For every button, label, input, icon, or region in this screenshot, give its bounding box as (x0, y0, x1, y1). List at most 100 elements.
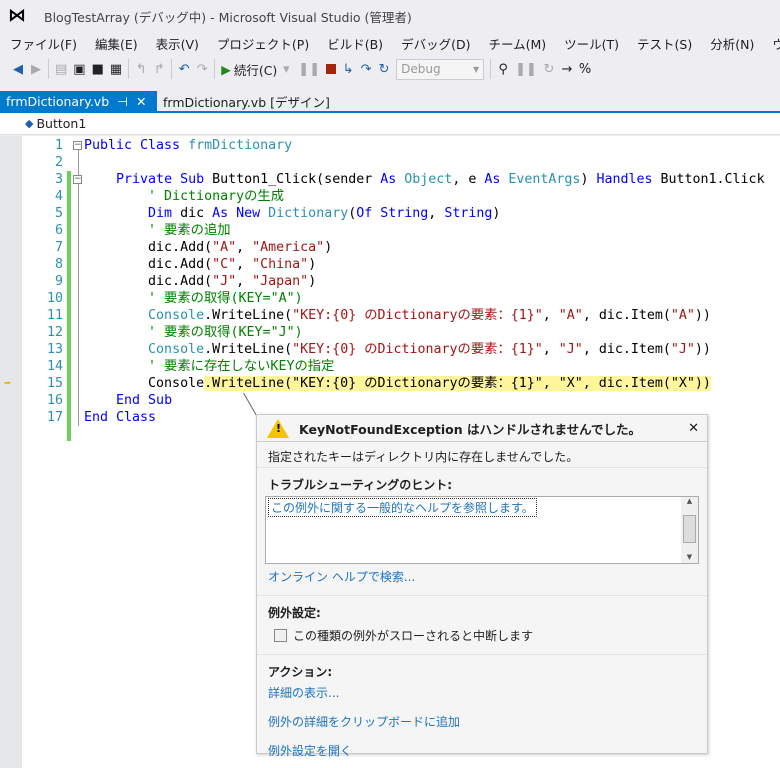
menu-test[interactable]: テスト(S) (627, 34, 700, 53)
menu-build[interactable]: ビルド(B) (317, 34, 391, 53)
menu-analyze[interactable]: 分析(N) (700, 34, 762, 53)
code-token: ) (492, 206, 501, 221)
code-token: ' 要素に存在しないKEYの指定 (148, 359, 335, 374)
menu-tools[interactable]: ツール(T) (554, 34, 627, 53)
continue-button[interactable]: ▶ 続行(C) ▾ (221, 60, 292, 79)
code-token: Private Sub (116, 172, 213, 187)
pin-icon[interactable]: ⊣ (117, 94, 128, 109)
exception-message: 指定されたキーはディレクトリ内に存在しませんでした。 (257, 442, 707, 468)
restart-icon[interactable]: ↻ (378, 62, 390, 77)
code-token: , (428, 206, 445, 221)
scroll-down-icon[interactable]: ▼ (681, 553, 698, 561)
code-token: Public Class (84, 138, 189, 153)
view-detail-link[interactable]: 詳細の表示... (268, 684, 696, 701)
code-token: Console.WriteLine("KEY:{0} のDictionaryの要… (84, 376, 711, 391)
checkbox-box[interactable] (274, 629, 287, 642)
code-token: Button1.Click (660, 172, 765, 187)
code-line: 5 Dim dic As New Dictionary(Of String, S… (0, 205, 780, 222)
scroll-up-icon[interactable]: ▲ (681, 497, 698, 505)
line-number: 4 (54, 189, 63, 204)
close-icon[interactable]: ✕ (136, 94, 146, 109)
solution-config-select[interactable]: Debug ▾ (396, 58, 485, 80)
process-icon[interactable]: ⚲ (497, 62, 509, 77)
code-token: , (542, 342, 559, 357)
forward-icon[interactable]: ▶ (30, 62, 42, 77)
tab-frmdictionary-design[interactable]: frmDictionary.vb [デザイン] (157, 91, 336, 112)
tab-label: frmDictionary.vb [デザイン] (163, 95, 330, 110)
open-exception-settings-link[interactable]: 例外設定を開く (268, 742, 696, 759)
copy-detail-link[interactable]: 例外の詳細をクリップボードに追加 (268, 713, 696, 730)
line-number: 11 (46, 308, 63, 323)
code-token: , (236, 274, 253, 289)
save-all-icon[interactable]: ▦ (110, 62, 122, 77)
comment-icon[interactable]: ↰ (135, 62, 147, 77)
scroll-thumb[interactable] (683, 515, 696, 543)
step-over-icon[interactable]: ↷ (360, 62, 372, 77)
menu-project[interactable]: プロジェクト(P) (207, 34, 317, 53)
code-token: ' 要素の取得(KEY="J") (148, 325, 303, 340)
pause-icon[interactable]: ❚❚ (298, 62, 320, 77)
step-into-icon[interactable]: ↳ (342, 62, 354, 77)
code-token: "Japan" (252, 274, 309, 289)
refresh-icon[interactable]: ↻ (543, 62, 555, 77)
back-icon[interactable]: ◀ (12, 62, 24, 77)
save-icon[interactable]: ■ (92, 62, 104, 77)
code-token: "C" (212, 257, 237, 272)
code-text: ' 要素の取得(KEY="J") (84, 324, 303, 341)
code-token: , dic.Item( (582, 308, 671, 323)
code-line: 6 ' 要素の追加 (0, 222, 780, 239)
code-line: 7 dic.Add("A", "America") (0, 239, 780, 256)
code-line: 2 (0, 154, 780, 171)
code-token: "A" (670, 308, 695, 323)
code-text: Console.WriteLine("KEY:{0} のDictionaryの要… (84, 341, 711, 358)
line-number: 9 (54, 274, 63, 289)
arrow-right-icon[interactable]: → (561, 62, 573, 77)
open-file-icon[interactable]: ▣ (73, 62, 85, 77)
menu-debug[interactable]: デバッグ(D) (391, 34, 478, 53)
menu-view[interactable]: 表示(V) (146, 34, 207, 53)
hints-heading: トラブルシューティングのヒント: (268, 478, 453, 492)
redo-icon[interactable]: ↷ (196, 62, 208, 77)
code-token: , (236, 257, 253, 272)
line-number: 16 (46, 393, 63, 408)
code-token: Console (148, 342, 205, 357)
pause-icon[interactable]: ❚❚ (515, 62, 537, 77)
breakpoint-icon[interactable]: % (579, 62, 591, 77)
code-token: As (380, 172, 405, 187)
menu-file[interactable]: ファイル(F) (0, 34, 85, 53)
tab-frmdictionary-code[interactable]: frmDictionary.vb ⊣ ✕ (0, 91, 157, 112)
code-text: dic.Add("J", "Japan") (84, 273, 316, 290)
code-token: dic (180, 206, 213, 221)
menu-edit[interactable]: 編集(E) (85, 34, 146, 53)
menu-team[interactable]: チーム(M) (478, 34, 554, 53)
online-help-link[interactable]: オンライン ヘルプで検索... (268, 568, 696, 585)
hints-scrollbar[interactable]: ▲ ▼ (681, 497, 698, 563)
line-number: 5 (54, 206, 63, 221)
code-text: Console.WriteLine("KEY:{0} のDictionaryの要… (84, 375, 711, 392)
undo-icon[interactable]: ↶ (178, 62, 190, 77)
uncomment-icon[interactable]: ↱ (153, 62, 165, 77)
stop-icon[interactable] (326, 64, 337, 74)
close-icon[interactable]: ✕ (688, 421, 699, 436)
line-number: 13 (46, 342, 63, 357)
break-on-throw-checkbox[interactable]: この種類の例外がスローされると中断します (274, 627, 707, 644)
code-token: As New (212, 206, 269, 221)
code-line: 9 dic.Add("J", "Japan") (0, 273, 780, 290)
code-line: 4 ' Dictionaryの生成 (0, 188, 780, 205)
divider (257, 654, 707, 655)
hint-link[interactable]: この例外に関する一般的なヘルプを参照します。 (268, 498, 537, 517)
code-token: dic.Add( (84, 240, 213, 255)
code-token: "J" (212, 274, 237, 289)
code-line: 12 ' 要素の取得(KEY="J") (0, 324, 780, 341)
code-token: ) (324, 240, 333, 255)
code-token: End Class (84, 410, 157, 425)
code-token: EventArgs (508, 172, 581, 187)
new-project-icon[interactable]: ▤ (55, 62, 67, 77)
window-title: BlogTestArray (デバッグ中) - Microsoft Visual… (44, 9, 412, 25)
menu-window[interactable]: ウ (762, 34, 780, 53)
member-navigation-bar[interactable]: ◆ Button1 (0, 113, 780, 135)
code-token: , e (452, 172, 485, 187)
code-token: ' 要素の追加 (148, 223, 231, 238)
